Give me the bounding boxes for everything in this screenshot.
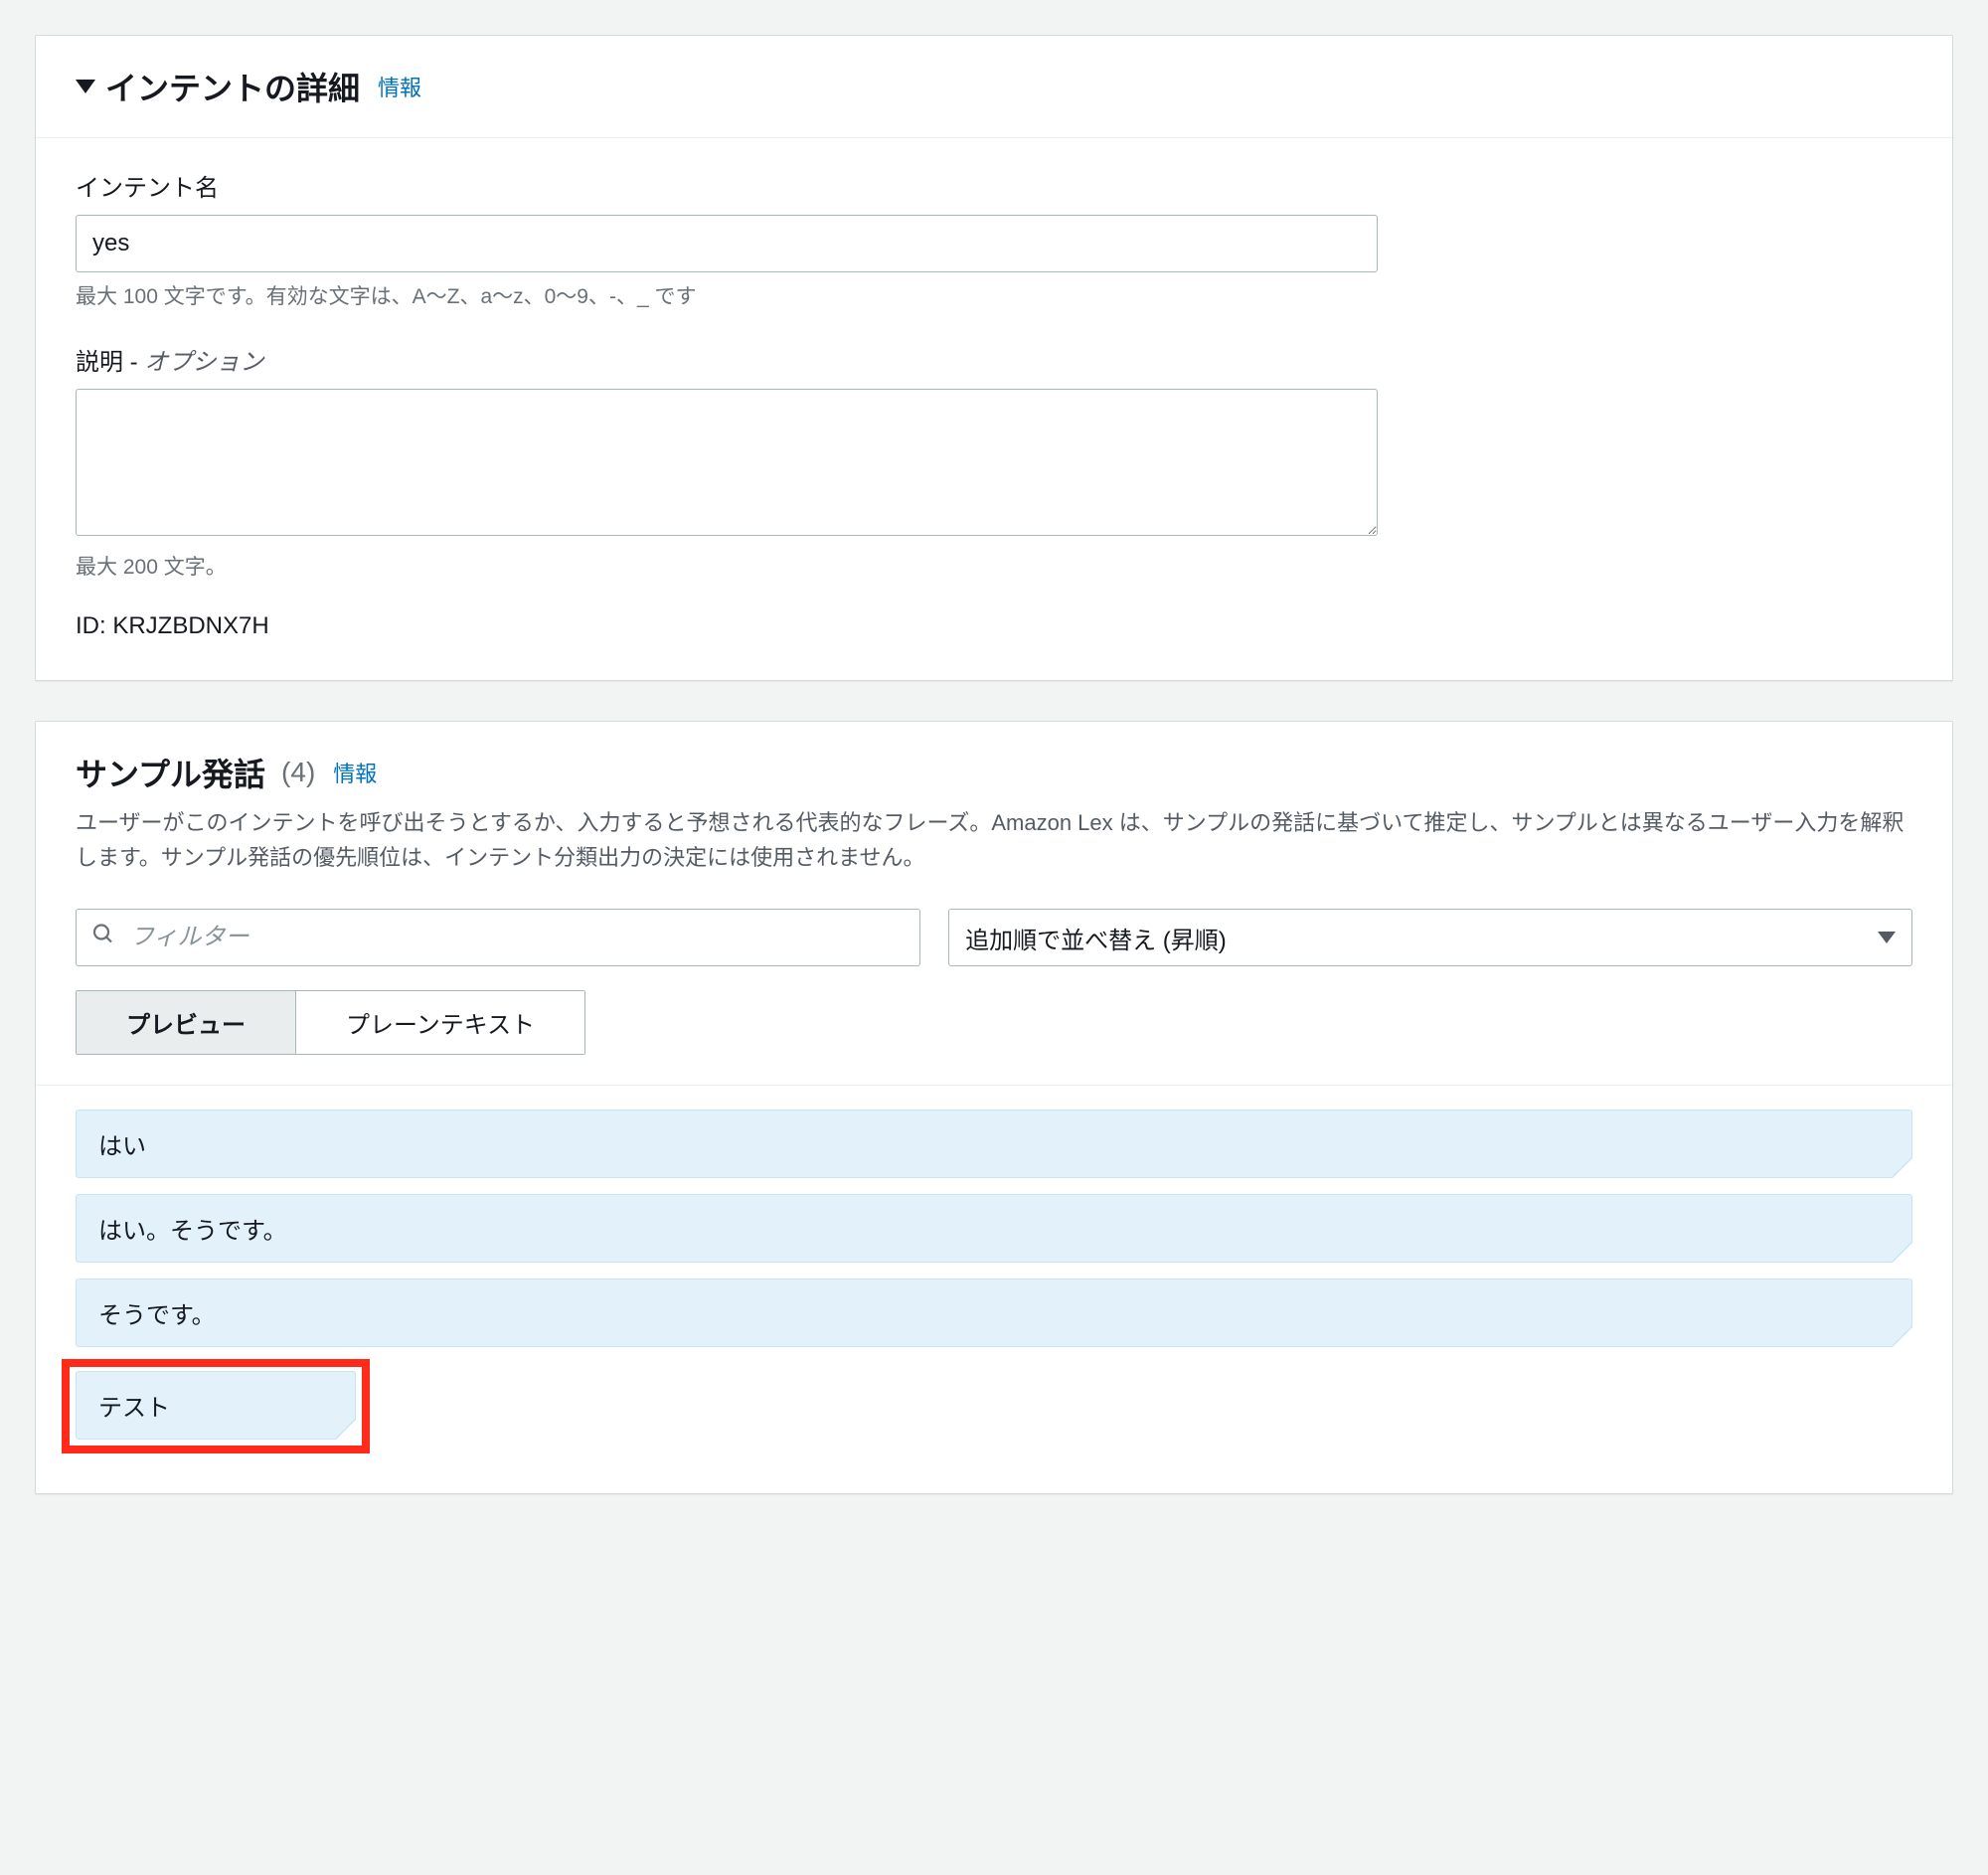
sample-utterances-panel: サンプル発話 (4) 情報 ユーザーがこのインテントを呼び出そうとするか、入力す… — [35, 721, 1953, 1494]
chevron-down-icon — [1878, 932, 1896, 943]
utterances-count: (4) — [281, 757, 315, 788]
sort-select[interactable]: 追加順で並べ替え (昇順) — [948, 909, 1912, 966]
intent-details-header: インテントの詳細 情報 — [36, 36, 1952, 138]
search-icon — [91, 923, 115, 953]
utterance-item[interactable]: そうです。 — [76, 1278, 1912, 1347]
intent-name-hint: 最大 100 文字です。有効な文字は、A～Z、a～z、0～9、-、_ です — [76, 280, 1912, 310]
intent-name-label: インテント名 — [76, 168, 1912, 203]
sample-utterances-description: ユーザーがこのインテントを呼び出そうとするか、入力すると予想される代表的なフレー… — [36, 805, 1952, 899]
info-link[interactable]: 情報 — [378, 71, 421, 102]
description-label-text: 説明 - — [76, 349, 144, 376]
highlight-annotation: テスト — [62, 1359, 370, 1453]
intent-id-row: ID: KRJZBDNX7H — [76, 612, 1912, 640]
sort-select-value: 追加順で並べ替え (昇順) — [965, 921, 1227, 955]
utterances-list: はい はい。そうです。 そうです。 テスト — [36, 1086, 1952, 1493]
intent-details-title: インテントの詳細 — [105, 64, 360, 109]
description-optional: オプション — [144, 349, 263, 376]
collapse-icon[interactable] — [76, 80, 95, 93]
view-toggle: プレビュー プレーンテキスト — [76, 990, 585, 1055]
utterance-item[interactable]: テスト — [76, 1371, 356, 1440]
info-link[interactable]: 情報 — [333, 757, 377, 788]
intent-name-input[interactable] — [76, 215, 1378, 272]
description-label: 説明 - オプション — [76, 342, 1912, 377]
intent-id-value: KRJZBDNX7H — [112, 612, 268, 639]
description-hint: 最大 200 文字。 — [76, 551, 1912, 581]
utterances-controls: 追加順で並べ替え (昇順) — [36, 899, 1952, 966]
intent-id-label: ID: — [76, 612, 112, 639]
filter-input[interactable] — [76, 909, 920, 966]
sort-select-wrap: 追加順で並べ替え (昇順) — [948, 909, 1912, 966]
utterance-item[interactable]: はい — [76, 1109, 1912, 1178]
intent-name-field: インテント名 最大 100 文字です。有効な文字は、A～Z、a～z、0～9、-、… — [76, 168, 1912, 310]
preview-tab[interactable]: プレビュー — [77, 991, 295, 1054]
intent-details-panel: インテントの詳細 情報 インテント名 最大 100 文字です。有効な文字は、A～… — [35, 35, 1953, 681]
filter-wrap — [76, 909, 920, 966]
description-field: 説明 - オプション 最大 200 文字。 — [76, 342, 1912, 581]
utterance-item[interactable]: はい。そうです。 — [76, 1194, 1912, 1263]
sample-utterances-title: サンプル発話 — [76, 750, 265, 795]
plaintext-tab[interactable]: プレーンテキスト — [295, 991, 584, 1054]
intent-details-body: インテント名 最大 100 文字です。有効な文字は、A～Z、a～z、0～9、-、… — [36, 138, 1952, 680]
description-textarea[interactable] — [76, 389, 1378, 536]
sample-utterances-header: サンプル発話 (4) 情報 — [36, 722, 1952, 805]
